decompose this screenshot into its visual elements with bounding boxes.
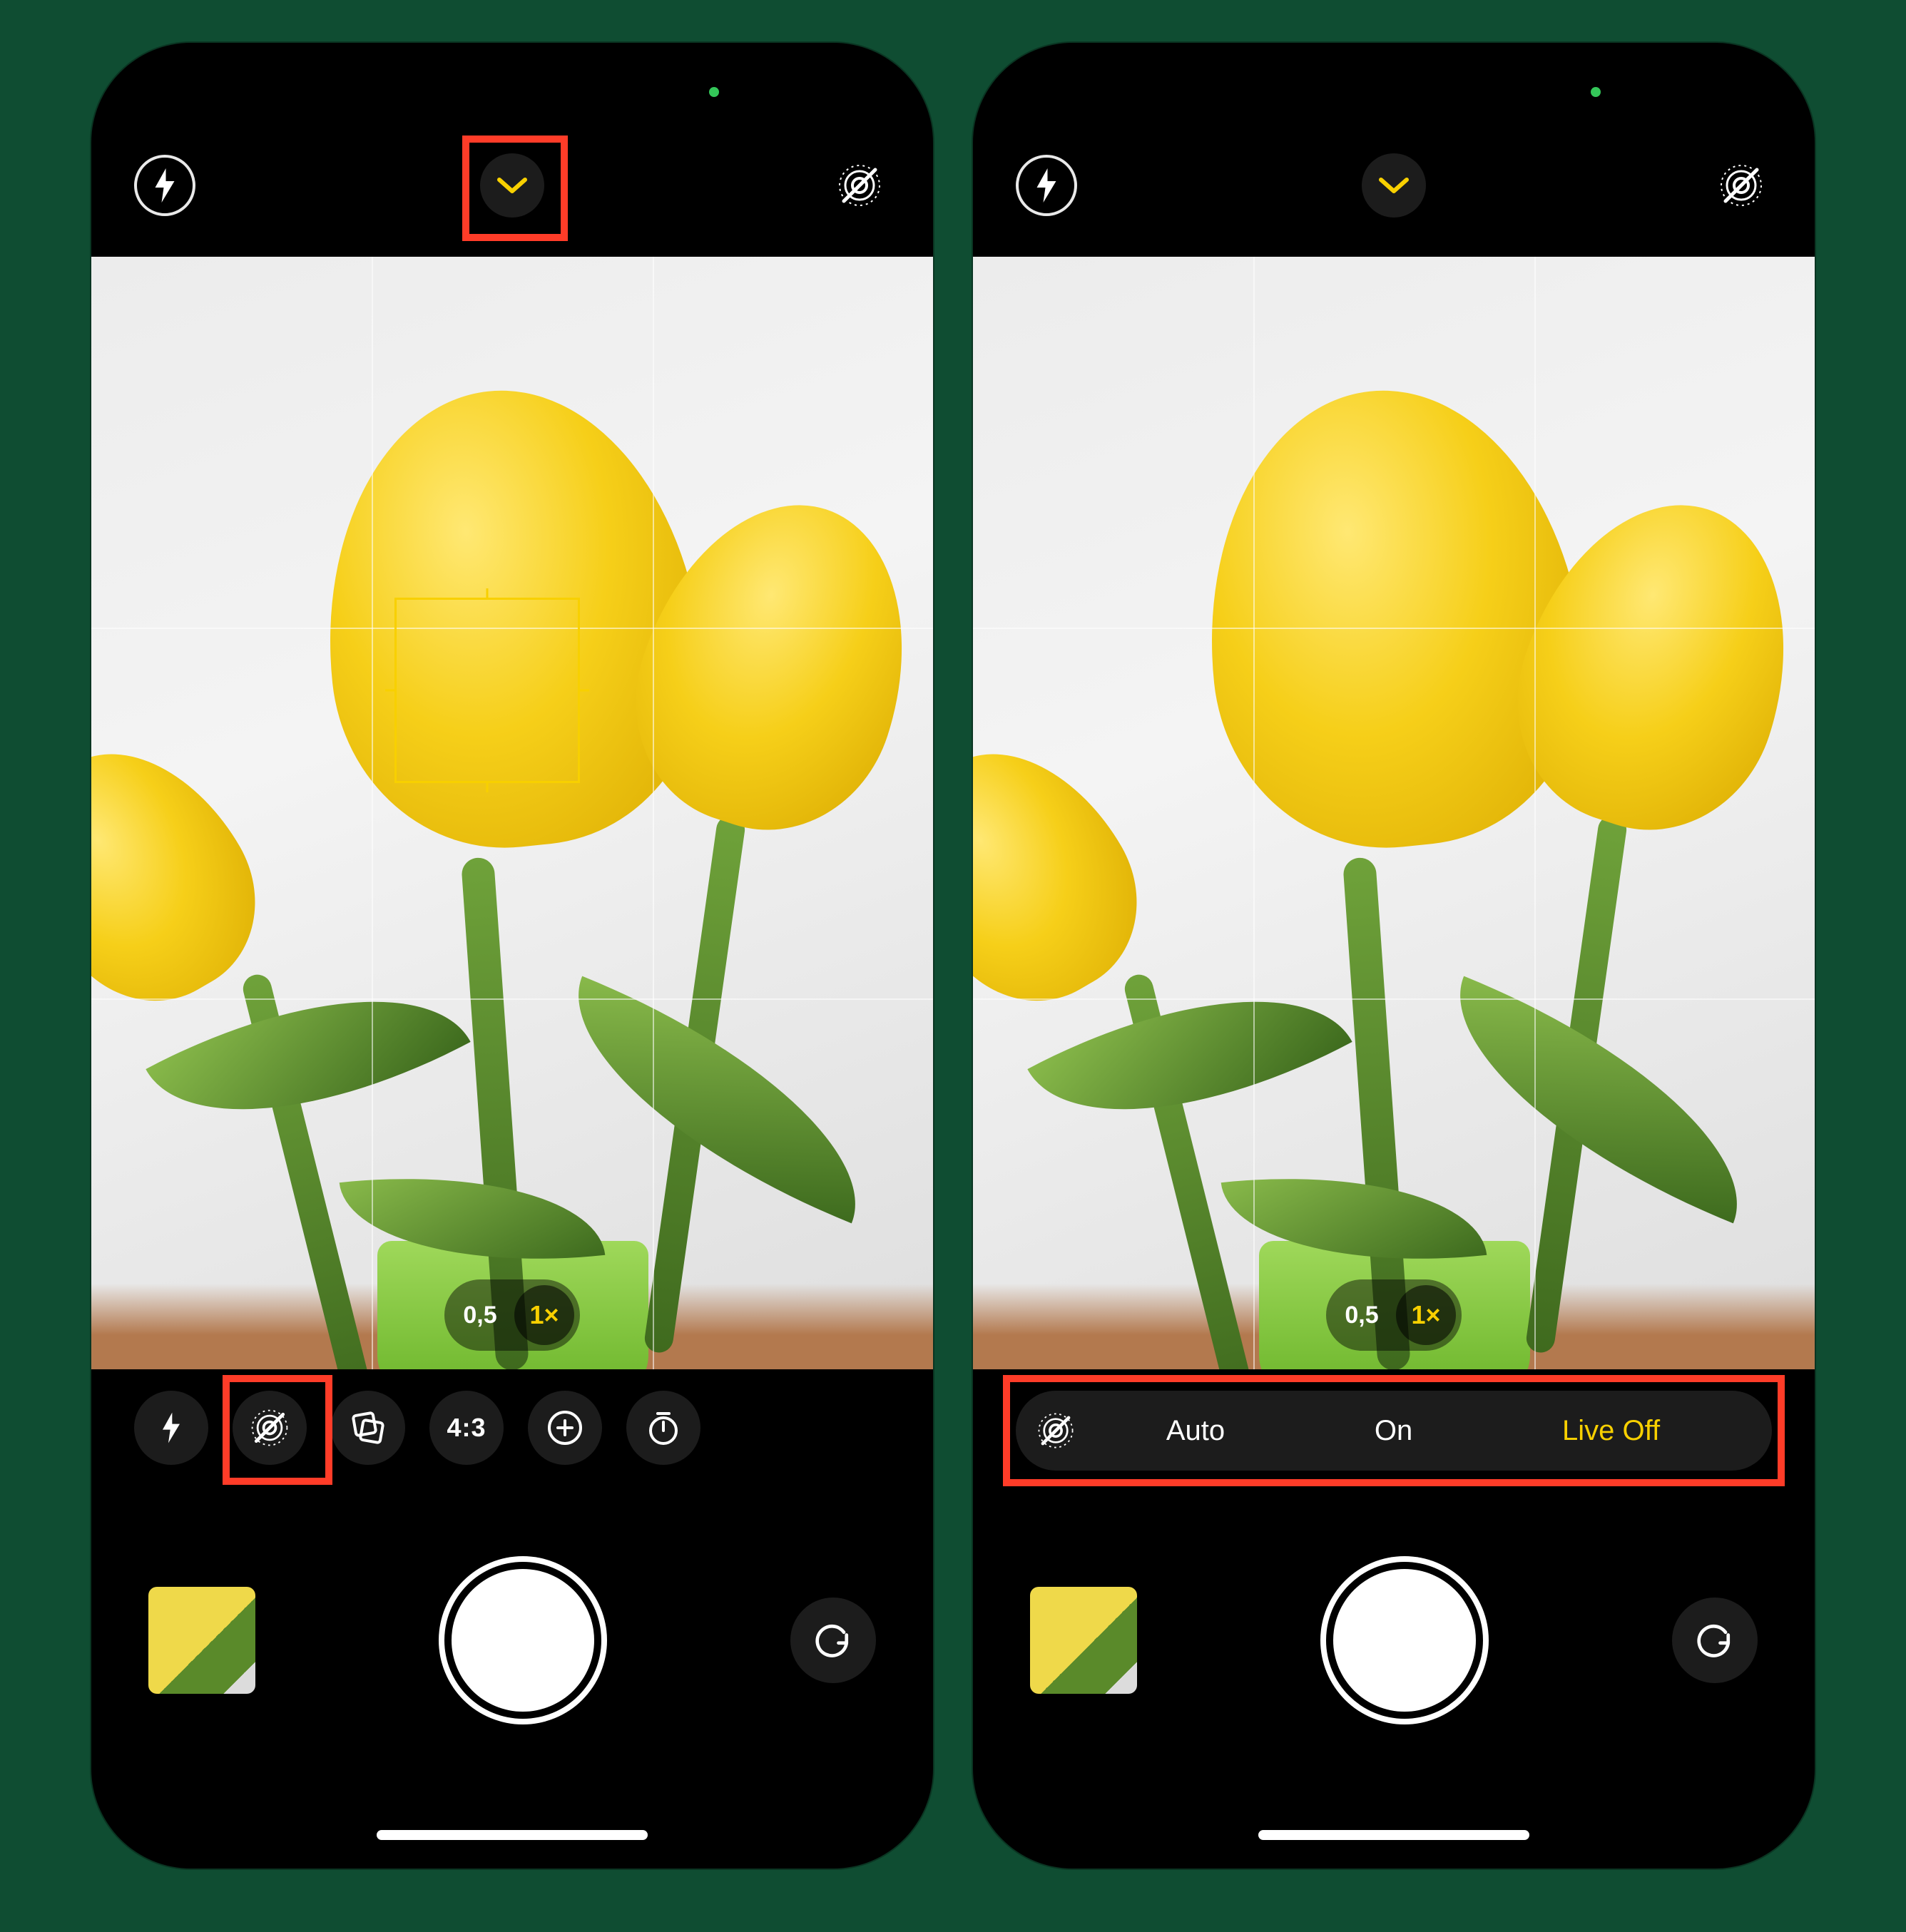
zoom-1x[interactable]: 1× (514, 1285, 574, 1345)
live-photo-button[interactable] (1711, 155, 1772, 216)
last-photo-thumbnail[interactable] (148, 1587, 255, 1694)
camera-flip-button[interactable] (790, 1598, 876, 1683)
subject-flowers (91, 257, 933, 1369)
timer-icon (645, 1409, 682, 1446)
privacy-indicator-dot (709, 87, 719, 97)
photographic-styles-button[interactable] (331, 1391, 405, 1465)
shutter-button[interactable] (452, 1569, 594, 1712)
grid-line (973, 628, 1815, 629)
phone-right: 0,5 1× Auto On Live Off (973, 43, 1815, 1869)
timer-button[interactable] (626, 1391, 700, 1465)
live-off-icon (1035, 1410, 1076, 1451)
live-photo-tool-button[interactable] (233, 1391, 307, 1465)
live-option-on[interactable]: On (1300, 1415, 1487, 1447)
chevron-down-icon (496, 175, 528, 195)
phone-left: 0,5 1× 4:3 (91, 43, 933, 1869)
grid-line (973, 998, 1815, 1000)
grid-line (91, 998, 933, 1000)
camera-top-bar (91, 143, 933, 228)
camera-flip-button[interactable] (1672, 1598, 1758, 1683)
flash-tool-button[interactable] (134, 1391, 208, 1465)
subject-flowers (973, 257, 1815, 1369)
live-photo-button[interactable] (829, 155, 890, 216)
privacy-indicator-dot (1591, 87, 1601, 97)
viewfinder[interactable]: 0,5 1× (973, 257, 1815, 1369)
flash-icon (160, 1412, 183, 1443)
zoom-0-5x[interactable]: 0,5 (1332, 1285, 1392, 1345)
chevron-down-icon (1378, 175, 1410, 195)
live-photo-options-bar: Auto On Live Off (1016, 1391, 1772, 1471)
zoom-selector[interactable]: 0,5 1× (1326, 1279, 1462, 1351)
flash-button[interactable] (1016, 155, 1077, 216)
grid-line (372, 257, 373, 1369)
camera-tool-row: 4:3 (91, 1391, 933, 1465)
grid-line (1253, 257, 1255, 1369)
grid-line (653, 257, 654, 1369)
flash-icon (1033, 168, 1060, 203)
photographic-styles-icon (349, 1409, 387, 1447)
zoom-0-5x[interactable]: 0,5 (450, 1285, 510, 1345)
capture-row (91, 1562, 933, 1719)
zoom-selector[interactable]: 0,5 1× (444, 1279, 580, 1351)
last-photo-thumbnail[interactable] (1030, 1587, 1137, 1694)
live-option-auto[interactable]: Auto (1091, 1415, 1300, 1447)
live-off-icon (837, 163, 882, 208)
grid-line (1534, 257, 1536, 1369)
home-indicator[interactable] (377, 1830, 648, 1840)
camera-top-bar (973, 143, 1815, 228)
flash-button[interactable] (134, 155, 195, 216)
exposure-icon (546, 1409, 583, 1446)
options-toggle-button[interactable] (1362, 153, 1426, 218)
aspect-ratio-button[interactable]: 4:3 (429, 1391, 504, 1465)
live-option-off[interactable]: Live Off (1487, 1415, 1763, 1447)
viewfinder[interactable]: 0,5 1× (91, 257, 933, 1369)
live-off-icon (1718, 163, 1764, 208)
zoom-1x[interactable]: 1× (1396, 1285, 1456, 1345)
flash-icon (151, 168, 178, 203)
exposure-button[interactable] (528, 1391, 602, 1465)
camera-flip-icon (812, 1619, 855, 1662)
options-toggle-button[interactable] (480, 153, 544, 218)
focus-indicator (394, 598, 580, 783)
capture-row (973, 1562, 1815, 1719)
home-indicator[interactable] (1258, 1830, 1529, 1840)
live-off-icon (248, 1406, 291, 1449)
shutter-button[interactable] (1333, 1569, 1476, 1712)
camera-flip-icon (1693, 1619, 1736, 1662)
live-photo-option-icon[interactable] (1020, 1395, 1091, 1466)
